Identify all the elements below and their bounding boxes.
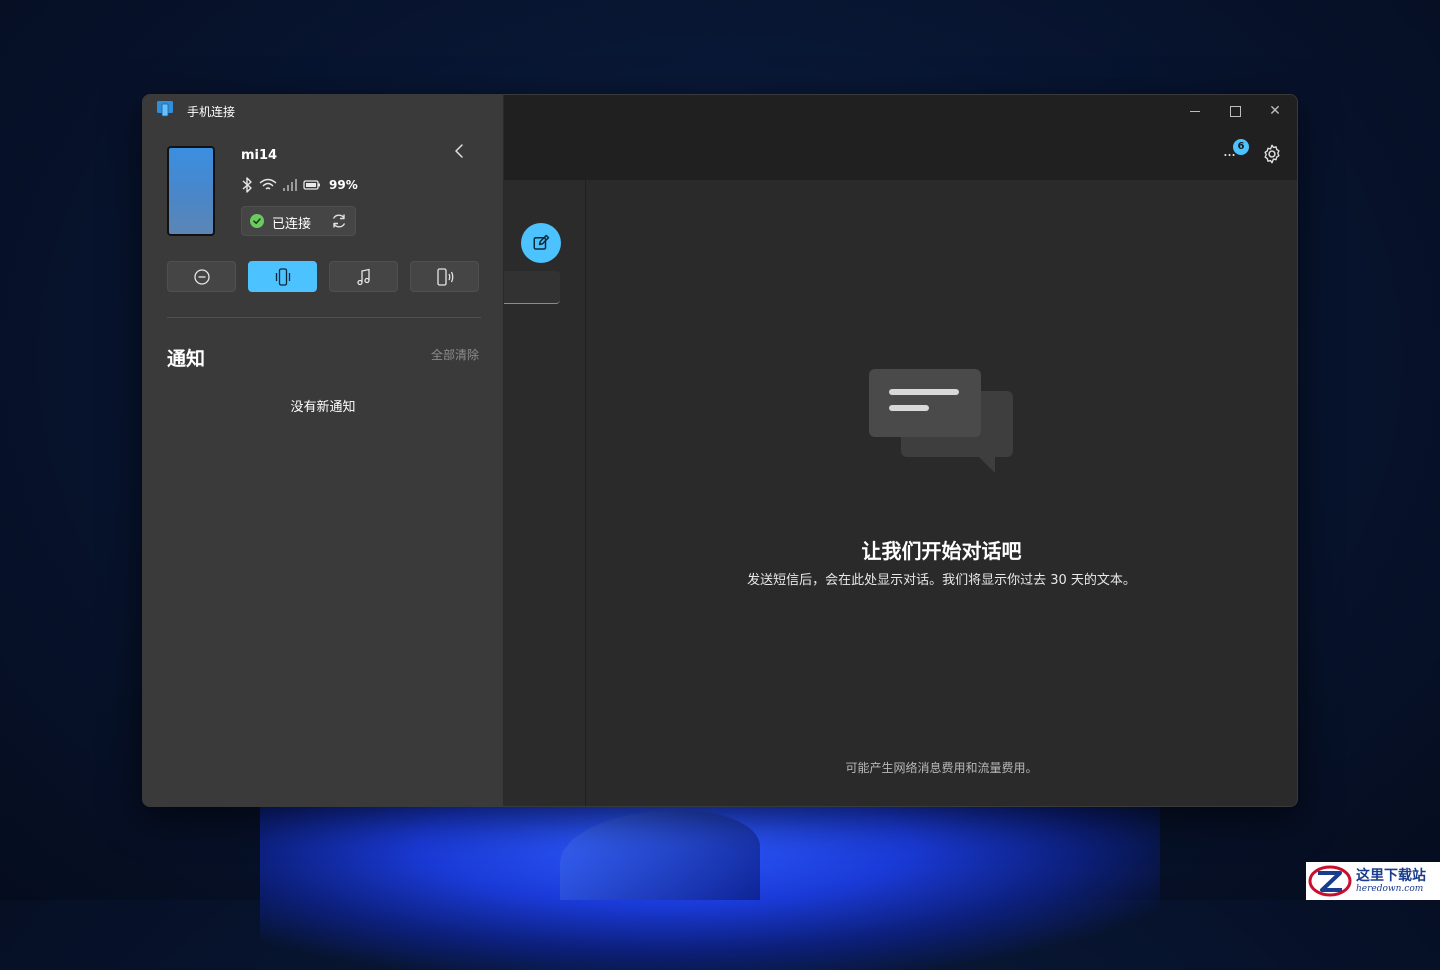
wifi-icon [259,178,277,190]
minus-circle-icon [193,268,210,285]
chat-bubbles-illustration [869,369,1013,473]
collapse-chevron-left-icon[interactable] [449,140,471,162]
battery-percentage: 99% [329,178,358,192]
minimize-button[interactable] [1175,99,1215,123]
connection-status-pill: 已连接 [241,206,356,236]
connection-status-label: 已连接 [272,217,312,232]
refresh-icon[interactable] [330,212,348,230]
device-name: mi14 [241,148,278,163]
watermark-domain: heredown.com [1356,883,1424,894]
section-divider [167,317,481,318]
search-conversations-input[interactable] [503,271,560,304]
empty-state-title: 让我们开始对话吧 [861,539,1022,563]
phone-link-app-icon [157,101,173,117]
new-message-button[interactable] [521,223,561,263]
do-not-disturb-button[interactable] [167,261,236,292]
phone-vibrate-icon [275,267,290,286]
settings-gear-icon[interactable] [1261,143,1283,165]
close-button[interactable]: ✕ [1255,99,1295,123]
media-button[interactable] [329,261,398,292]
audio-output-button[interactable] [410,261,479,292]
compose-icon [533,234,550,250]
conversation-pane [586,180,1297,806]
app-title: 手机连接 [187,105,236,119]
bluetooth-icon [242,177,252,193]
phone-link-window: ✕ ... 6 让我们开始对话吧 发送短信后，会在此处显示对话。我们将显示你过去… [142,94,1298,807]
notification-count-badge: 6 [1233,139,1249,155]
watermark-logo [1308,865,1352,897]
phone-audio-icon [436,267,453,286]
device-status-row: 99% [241,177,358,193]
empty-state-description: 发送短信后，会在此处显示对话。我们将显示你过去 30 天的文本。 [747,573,1136,588]
phone-thumbnail [167,146,215,236]
vibrate-button[interactable] [248,261,317,292]
watermark-chinese: 这里下载站 [1356,867,1426,884]
battery-icon [303,180,320,190]
maximize-button[interactable] [1215,99,1255,123]
site-watermark: 这里下载站 heredown.com [1306,862,1440,900]
music-note-icon [356,268,370,285]
clear-all-link[interactable]: 全部清除 [431,346,479,363]
title-bar: ✕ ... 6 [503,95,1297,180]
no-notifications-message: 没有新通知 [290,400,356,415]
notifications-title: 通知 [167,348,206,370]
cellular-signal-icon [283,179,297,191]
device-flyout-panel: 手机连接 mi14 99% 已连接 通知 全部清除 没有新通知 [143,95,504,806]
connected-check-icon [250,214,264,228]
charges-footnote: 可能产生网络消息费用和流量费用。 [845,761,1038,775]
